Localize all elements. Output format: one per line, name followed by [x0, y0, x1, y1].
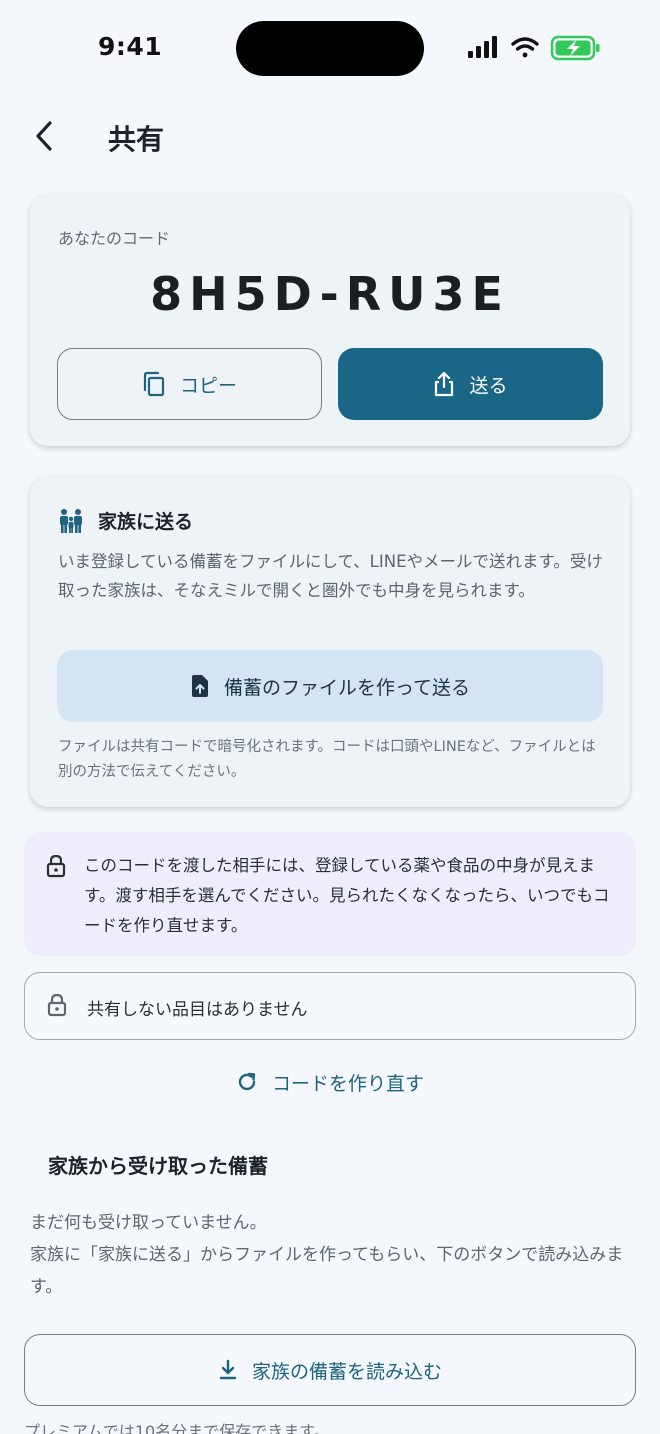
excluded-items-row[interactable]: 共有しない品目はありません [24, 972, 636, 1040]
copy-button[interactable]: コピー [57, 348, 322, 420]
download-icon [219, 1359, 237, 1380]
lock-icon [47, 993, 67, 1017]
signal-icon [468, 36, 497, 58]
encryption-note: ファイルは共有コードで暗号化されます。コードは口頭やLINEなど、ファイルとは別… [58, 739, 596, 780]
file-upload-icon [191, 675, 208, 697]
privacy-notice-text: このコードを渡した相手には、登録している薬や食品の中身が見えます。渡す相手を選ん… [84, 856, 610, 935]
status-time: 9:41 [98, 32, 163, 61]
import-family-stock-button[interactable]: 家族の備蓄を読み込む [24, 1334, 636, 1406]
copy-icon [143, 371, 165, 397]
received-section-title: 家族から受け取った備蓄 [48, 1154, 268, 1178]
chevron-left-icon [36, 121, 52, 151]
back-button[interactable] [24, 112, 64, 160]
create-file-button[interactable]: 備蓄のファイルを作って送る [57, 650, 603, 722]
status-icons [468, 35, 600, 61]
share-screen: 9:41 共有 あなたのコード 8H5D-RU3E コピー 送る 家族に送る い… [0, 0, 660, 1434]
received-empty-line-1: まだ何も受け取っていません。 [30, 1213, 267, 1233]
copy-button-label: コピー [179, 374, 237, 397]
received-empty-state: まだ何も受け取っていません。 家族に「家族に送る」からファイルを作ってもらい、下… [30, 1207, 640, 1303]
refresh-icon [238, 1072, 256, 1091]
code-card: あなたのコード 8H5D-RU3E コピー 送る [30, 195, 630, 446]
header: 共有 [0, 100, 660, 172]
privacy-notice: このコードを渡した相手には、登録している薬や食品の中身が見えます。渡す相手を選ん… [24, 832, 636, 956]
page-title: 共有 [108, 123, 165, 156]
family-card-description: いま登録している備蓄をファイルにして、LINEやメールで送れます。受け取った家族… [58, 552, 603, 600]
status-bar: 9:41 [0, 0, 660, 96]
share-icon [435, 371, 454, 397]
import-button-label: 家族の備蓄を読み込む [251, 1360, 442, 1383]
family-send-card: 家族に送る いま登録している備蓄をファイルにして、LINEやメールで送れます。受… [30, 477, 630, 807]
family-title-row: 家族に送る [58, 507, 193, 534]
excluded-items-text: 共有しない品目はありません [87, 1000, 308, 1020]
lock-icon [46, 854, 66, 878]
family-icon [60, 508, 82, 533]
family-card-title: 家族に送る [98, 511, 194, 533]
regenerate-code-label: コードを作り直す [271, 1072, 424, 1095]
dynamic-island [236, 21, 424, 76]
code-label: あなたのコード [58, 229, 171, 248]
regenerate-code-button[interactable]: コードを作り直す [0, 1062, 660, 1102]
share-code: 8H5D-RU3E [150, 267, 510, 321]
premium-note: プレミアムでは10名分まで保存できます。 [24, 1422, 330, 1434]
create-file-button-label: 備蓄のファイルを作って送る [223, 676, 471, 699]
wifi-icon [511, 37, 539, 58]
received-empty-line-2: 家族に「家族に送る」からファイルを作ってもらい、下のボタンで読み込みます。 [30, 1245, 624, 1297]
send-button-label: 送る [469, 374, 508, 397]
send-button[interactable]: 送る [338, 348, 603, 420]
battery-charging-icon [550, 35, 600, 61]
